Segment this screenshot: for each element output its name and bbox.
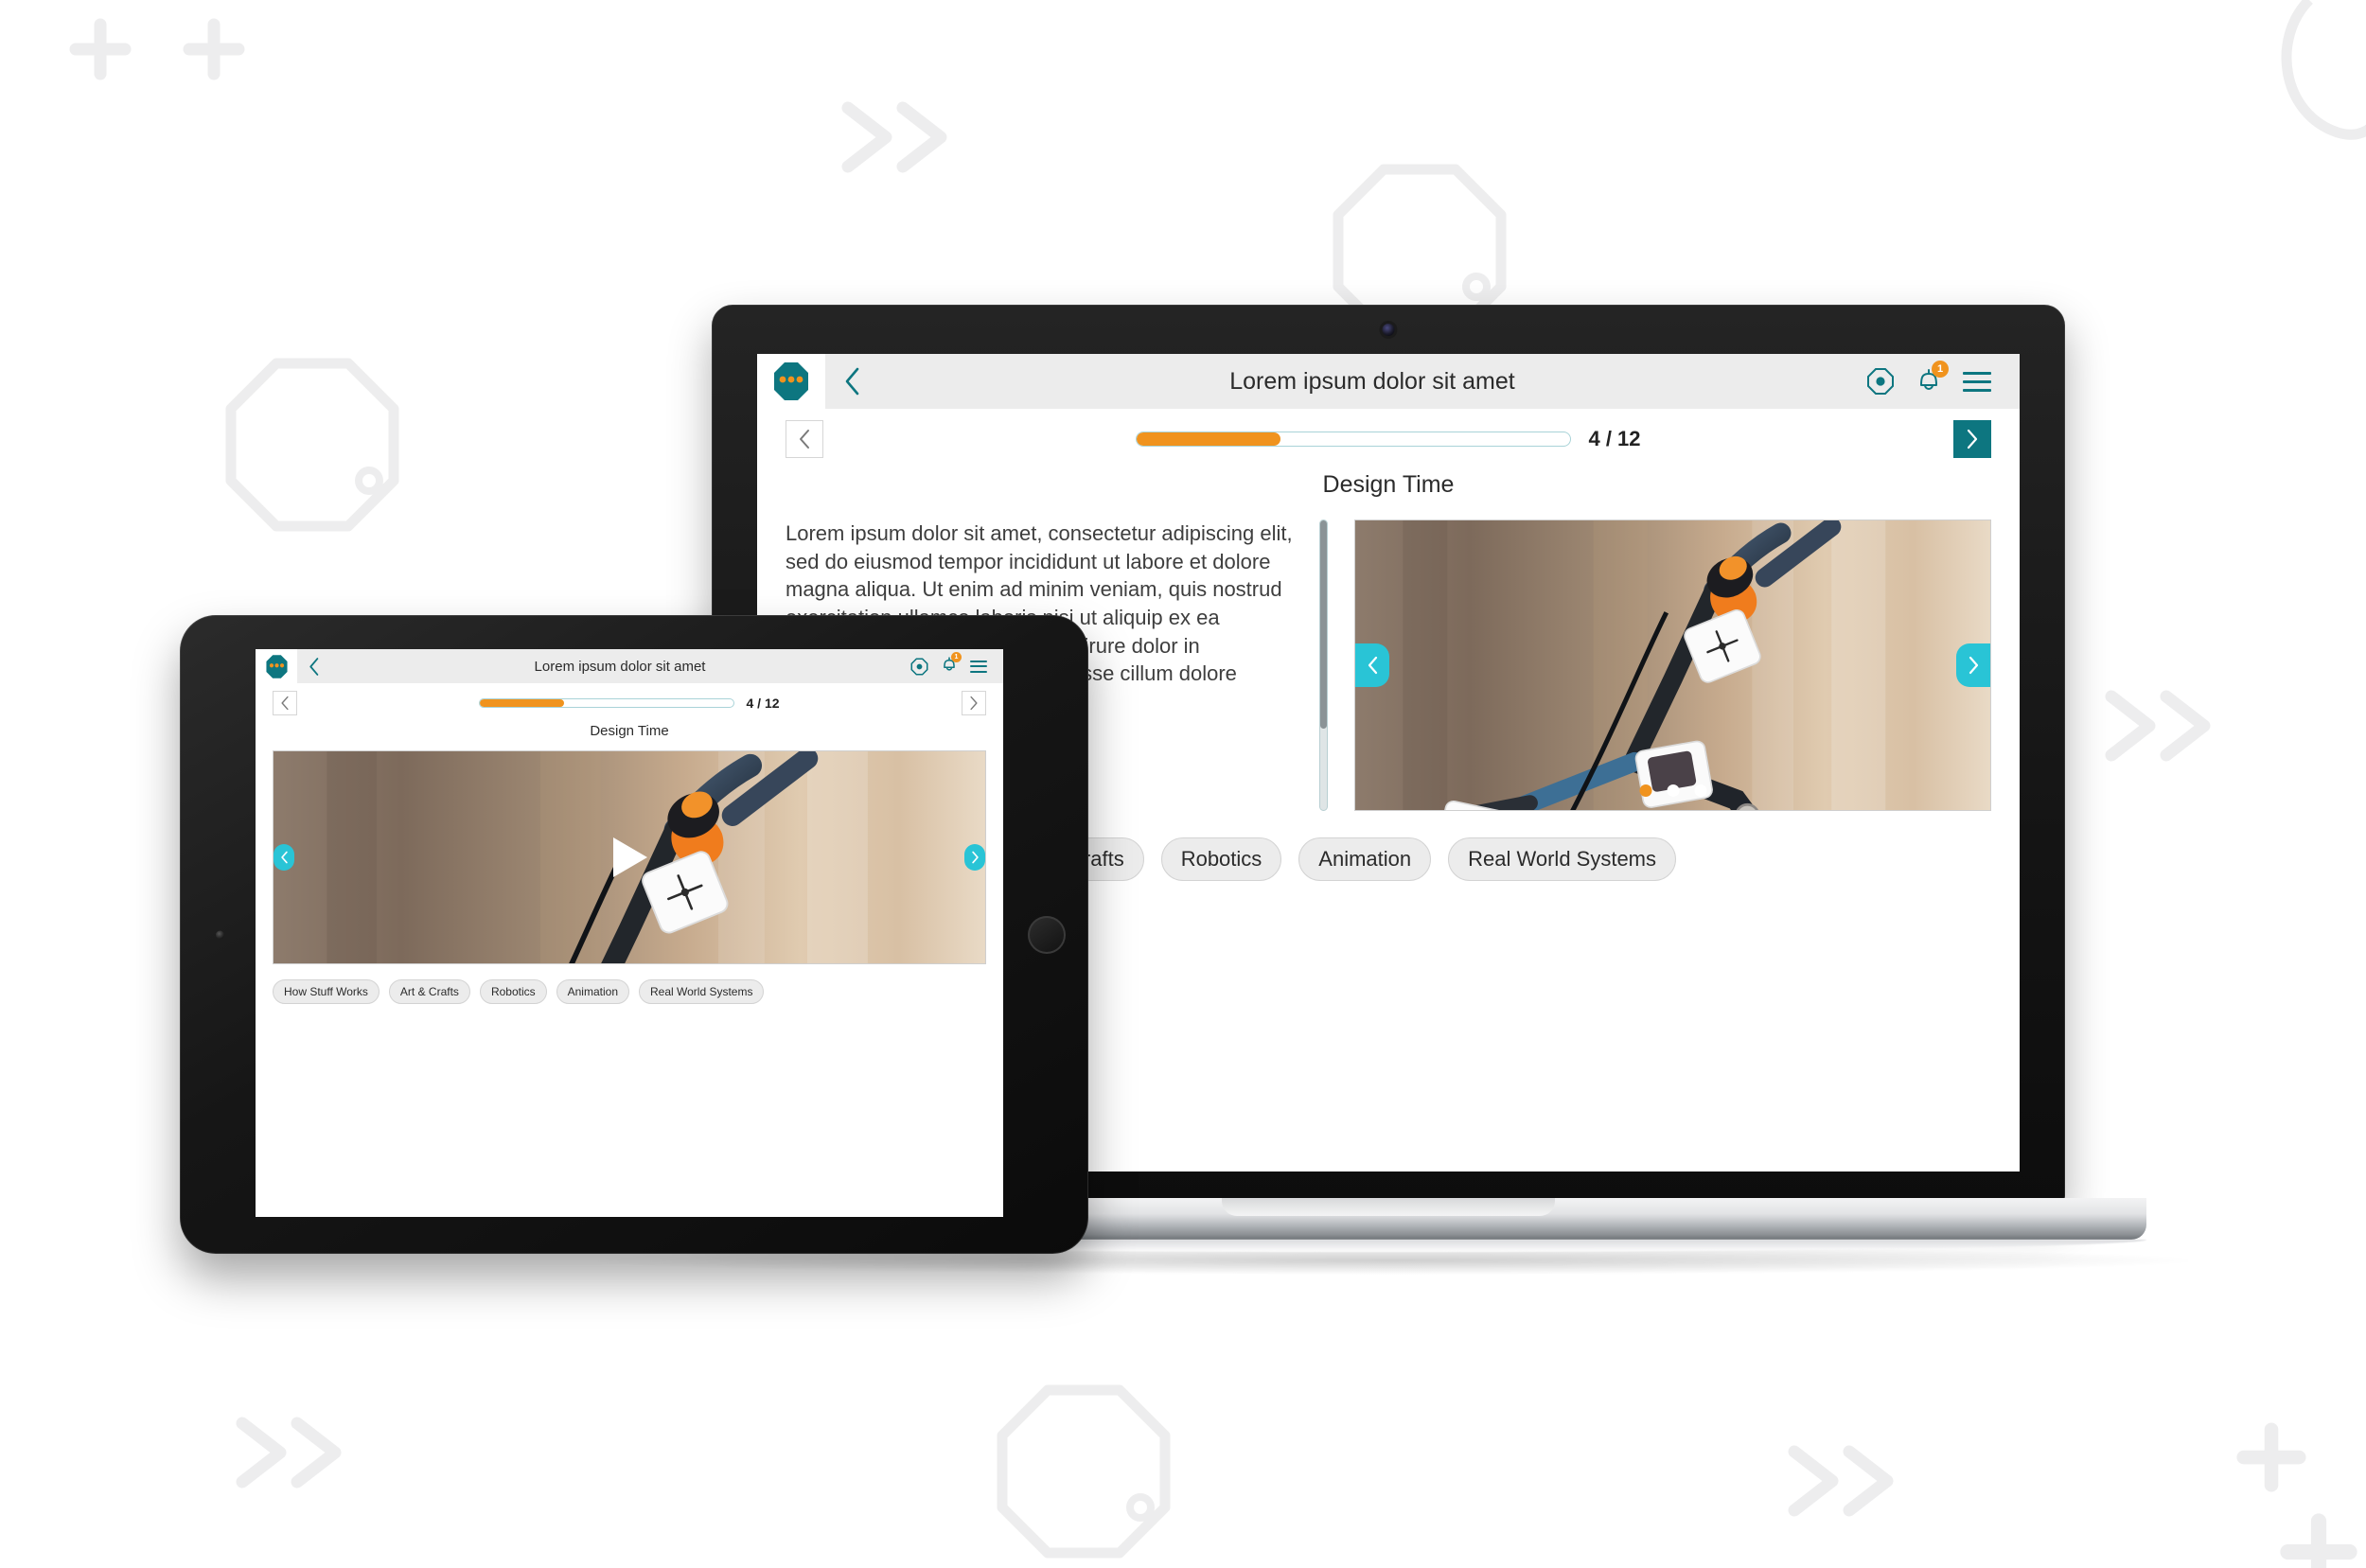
chevron-right-icon	[970, 696, 978, 711]
chevron-double-icon	[1788, 1445, 1894, 1517]
octagon-dots-logo-icon	[265, 654, 288, 678]
media-carousel	[1354, 520, 1991, 811]
octagon-outline-icon	[997, 1384, 1171, 1559]
content-area	[256, 739, 1003, 964]
carousel-next-button[interactable]	[1956, 643, 1990, 687]
tag-item[interactable]: Robotics	[1160, 837, 1282, 881]
hamburger-menu-icon[interactable]	[1963, 371, 1991, 392]
notifications-button[interactable]: 1	[941, 652, 962, 678]
tag-list: How Stuff Works Art & Crafts Robotics An…	[256, 964, 1003, 1004]
header-icon-group: 1	[910, 652, 1003, 678]
tag-item[interactable]: How Stuff Works	[273, 978, 380, 1004]
chevron-double-icon	[2105, 690, 2211, 762]
tablet-body: Lorem ipsum dolor sit amet 1 4 / 12 Desi…	[180, 615, 1088, 1254]
progress-bar	[479, 698, 735, 708]
prev-step-button[interactable]	[273, 691, 297, 715]
next-step-button[interactable]	[1953, 420, 1991, 458]
progress-label: 4 / 12	[1588, 427, 1641, 450]
tag-item[interactable]: Robotics	[479, 978, 547, 1004]
step-title: Design Time	[590, 723, 669, 739]
play-icon[interactable]	[608, 834, 651, 881]
chevron-left-icon	[281, 696, 289, 711]
scrollbar-thumb[interactable]	[1320, 520, 1327, 729]
tag-item[interactable]: Art & Crafts	[388, 978, 470, 1004]
circle-outline-icon	[2281, 0, 2366, 140]
media-carousel	[273, 750, 986, 964]
notification-badge: 1	[1932, 360, 1949, 378]
chevron-left-icon	[309, 657, 318, 676]
next-step-button[interactable]	[962, 691, 986, 715]
progress-bar-fill	[480, 699, 564, 707]
chevron-right-icon	[971, 851, 979, 864]
plus-icon	[183, 18, 245, 80]
app-header: Lorem ipsum dolor sit amet 1	[256, 649, 1003, 683]
tag-item[interactable]: Real World Systems	[1448, 837, 1677, 881]
tablet-home-button[interactable]	[1028, 915, 1066, 954]
header-back-button[interactable]	[297, 657, 329, 677]
header-icon-group: 1	[1866, 360, 2020, 398]
tag-item[interactable]: Animation	[556, 978, 629, 1004]
step-navigation: 4 / 12	[256, 683, 1003, 715]
app-logo[interactable]	[256, 649, 297, 683]
tablet-screen: Lorem ipsum dolor sit amet 1 4 / 12 Desi…	[256, 649, 1003, 1217]
header-back-button[interactable]	[825, 366, 878, 396]
tablet-device: Lorem ipsum dolor sit amet 1 4 / 12 Desi…	[180, 615, 1088, 1254]
lesson-photo	[1355, 520, 1990, 810]
plus-icon	[69, 18, 132, 80]
step-title: Design Time	[1322, 471, 1455, 498]
plus-icon	[2280, 1513, 2357, 1568]
chevron-right-icon	[1967, 429, 1978, 449]
progress-bar	[1136, 432, 1572, 447]
plus-icon	[2236, 1422, 2306, 1492]
carousel-dot[interactable]	[1694, 784, 1706, 797]
octagon-dot-icon[interactable]	[1866, 367, 1895, 396]
carousel-dot[interactable]	[1667, 784, 1679, 797]
chevron-left-icon	[800, 430, 809, 449]
chevron-left-icon	[845, 367, 859, 396]
hamburger-menu-icon[interactable]	[970, 660, 987, 673]
progress-bar-fill	[1137, 432, 1280, 446]
step-navigation: 4 / 12	[757, 409, 2020, 458]
chevron-double-icon	[236, 1417, 342, 1489]
prev-step-button[interactable]	[786, 420, 823, 458]
notification-badge: 1	[951, 652, 962, 662]
chevron-right-icon	[1969, 656, 1978, 674]
progress-label: 4 / 12	[746, 696, 780, 711]
tag-item[interactable]: Real World Systems	[639, 978, 765, 1004]
app-root-tablet: Lorem ipsum dolor sit amet 1 4 / 12 Desi…	[256, 649, 1003, 1217]
carousel-dots	[1639, 784, 1706, 797]
vertical-scrollbar[interactable]	[1319, 520, 1328, 811]
notifications-button[interactable]: 1	[1916, 360, 1949, 398]
tablet-camera-icon	[216, 930, 224, 939]
chevron-double-icon	[841, 101, 947, 173]
chevron-left-icon	[1368, 656, 1377, 674]
octagon-dot-icon[interactable]	[910, 658, 928, 676]
tag-item[interactable]: Animation	[1298, 837, 1432, 881]
carousel-next-button[interactable]	[964, 843, 985, 871]
carousel-dot[interactable]	[1639, 784, 1651, 797]
page-title: Lorem ipsum dolor sit amet	[1229, 367, 1515, 395]
page-title: Lorem ipsum dolor sit amet	[534, 658, 706, 675]
octagon-dots-logo-icon	[774, 362, 808, 400]
carousel-prev-button[interactable]	[1355, 643, 1389, 687]
chevron-left-icon	[280, 851, 288, 864]
carousel-prev-button[interactable]	[274, 843, 294, 871]
octagon-outline-icon	[225, 358, 399, 532]
mockup-stage: Lorem ipsum dolor sit amet 1 4 / 12 Desi…	[0, 0, 2366, 1568]
app-header: Lorem ipsum dolor sit amet 1	[757, 354, 2020, 409]
laptop-camera-icon	[1382, 324, 1395, 336]
app-logo[interactable]	[757, 354, 825, 409]
